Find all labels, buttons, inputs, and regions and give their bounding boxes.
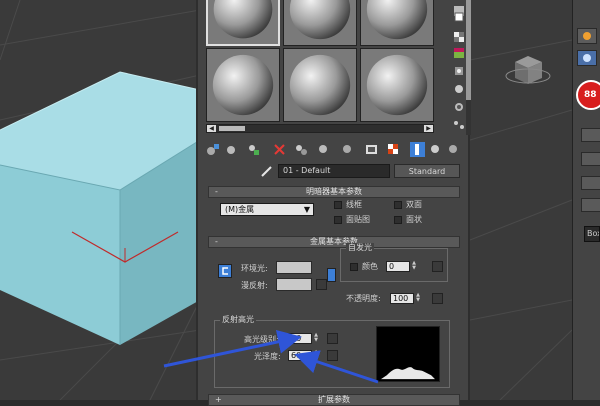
ambient-color-swatch[interactable]	[276, 261, 312, 274]
glossiness-spinner[interactable]: ▲ ▼	[313, 350, 319, 361]
shader-rollout-header[interactable]: - 明暗器基本参数	[208, 186, 460, 198]
face-map-label: 面贴图	[346, 215, 370, 224]
diffuse-map-button[interactable]	[316, 279, 327, 290]
sample-slot-3[interactable]	[360, 0, 434, 46]
sample-slot-6[interactable]	[360, 48, 434, 122]
glossiness-map-button[interactable]	[327, 350, 338, 361]
self-illum-value-field[interactable]: 0	[386, 261, 410, 272]
scroll-thumb[interactable]	[219, 126, 245, 131]
diffuse-label: 漫反射:	[241, 281, 268, 290]
lock-diffuse-map-button[interactable]	[327, 268, 336, 282]
opacity-label: 不透明度:	[346, 294, 381, 303]
sample-slot-2[interactable]	[283, 0, 357, 46]
material-name-field[interactable]: 01 - Default	[278, 164, 390, 178]
specular-level-field[interactable]: 50	[288, 333, 312, 344]
checker-icon[interactable]	[386, 142, 401, 157]
options-icon[interactable]	[452, 100, 466, 114]
self-illum-title: 自发光	[346, 243, 374, 253]
specular-level-map-button[interactable]	[327, 333, 338, 344]
material-id-icon[interactable]	[340, 142, 355, 157]
sample-slot-4[interactable]	[206, 48, 280, 122]
put-to-library-icon[interactable]	[316, 142, 331, 157]
lock-bracket-icon	[222, 267, 228, 275]
specular-highlight-curve	[376, 326, 440, 382]
panel-button-4[interactable]	[581, 198, 600, 212]
sample-slot-1[interactable]	[206, 0, 280, 46]
shader-type-dropdown[interactable]: (M)金属 ▼	[220, 203, 314, 216]
ambient-label: 环境光:	[241, 264, 268, 273]
slots-horizontal-scrollbar[interactable]: ◀ ▶	[206, 124, 434, 133]
shader-rollout-title: 明暗器基本参数	[306, 187, 362, 196]
eyedropper-icon[interactable]	[260, 164, 274, 178]
modify-tab[interactable]	[577, 50, 597, 66]
color-badge[interactable]: 88	[576, 80, 600, 110]
faceted-checkbox[interactable]	[394, 216, 402, 224]
panel-button-3[interactable]	[581, 176, 600, 190]
scroll-left-arrow-icon[interactable]: ◀	[207, 125, 216, 132]
background-checker-icon[interactable]	[452, 30, 466, 44]
go-forward-sibling-icon[interactable]	[446, 142, 461, 157]
x-icon[interactable]	[272, 142, 287, 157]
object-name-field[interactable]: Box	[584, 226, 600, 242]
extended-rollout-header[interactable]: + 扩展参数	[208, 394, 460, 406]
cube-front-face	[0, 165, 120, 345]
glossiness-label: 光泽度:	[254, 352, 281, 361]
sample-slot-5[interactable]	[283, 48, 357, 122]
panel-button-2[interactable]	[581, 152, 600, 166]
uv-tiling-icon[interactable]	[452, 46, 466, 60]
command-panel	[572, 0, 600, 400]
show-map-icon[interactable]	[364, 142, 379, 157]
two-sided-checkbox[interactable]	[394, 201, 402, 209]
wire-label: 线框	[346, 200, 362, 209]
face-map-checkbox[interactable]	[334, 216, 342, 224]
self-illum-color-label: 颜色	[362, 262, 378, 271]
material-type-button[interactable]: Standard	[394, 164, 460, 178]
select-by-material-icon[interactable]	[452, 118, 466, 132]
diffuse-color-swatch[interactable]	[276, 278, 312, 291]
specular-title: 反射高光	[220, 315, 256, 325]
get-material-icon[interactable]	[206, 142, 221, 157]
opacity-spinner[interactable]: ▲ ▼	[415, 293, 421, 304]
sphere-icon	[583, 54, 591, 62]
two-sided-label: 双面	[406, 200, 422, 209]
metal-rollout-header[interactable]: - 金属基本参数	[208, 236, 460, 248]
go-to-parent-icon[interactable]	[428, 142, 443, 157]
show-end-result-icon[interactable]	[410, 142, 425, 157]
faceted-label: 面状	[406, 215, 422, 224]
make-preview-icon[interactable]	[452, 82, 466, 96]
create-tab[interactable]	[577, 28, 597, 44]
panel-button-1[interactable]	[581, 128, 600, 142]
self-illum-spinner[interactable]: ▲ ▼	[411, 261, 417, 272]
wire-checkbox[interactable]	[334, 201, 342, 209]
glossiness-field[interactable]: 60	[288, 350, 312, 361]
slots-vertical-scrollbar[interactable]	[466, 0, 471, 135]
shader-type-value: (M)金属	[225, 205, 255, 214]
backlight-icon[interactable]	[452, 10, 466, 24]
video-color-check-icon[interactable]	[452, 64, 466, 78]
put-to-scene-icon[interactable]	[224, 142, 239, 157]
sun-icon	[583, 32, 591, 40]
make-unique-icon[interactable]	[294, 142, 309, 157]
specular-level-label: 高光级别:	[244, 335, 279, 344]
opacity-map-button[interactable]	[432, 293, 443, 304]
opacity-value-field[interactable]: 100	[390, 293, 414, 304]
specular-level-spinner[interactable]: ▲ ▼	[313, 333, 319, 344]
view-cube-icon[interactable]	[505, 56, 551, 84]
self-illum-color-checkbox[interactable]	[350, 263, 358, 271]
self-illum-map-button[interactable]	[432, 261, 443, 272]
chevron-down-icon: ▼	[303, 205, 310, 214]
scroll-right-arrow-icon[interactable]: ▶	[424, 125, 433, 132]
lock-ambient-diffuse-button[interactable]	[218, 264, 232, 278]
assign-to-selection-icon[interactable]	[246, 142, 261, 157]
